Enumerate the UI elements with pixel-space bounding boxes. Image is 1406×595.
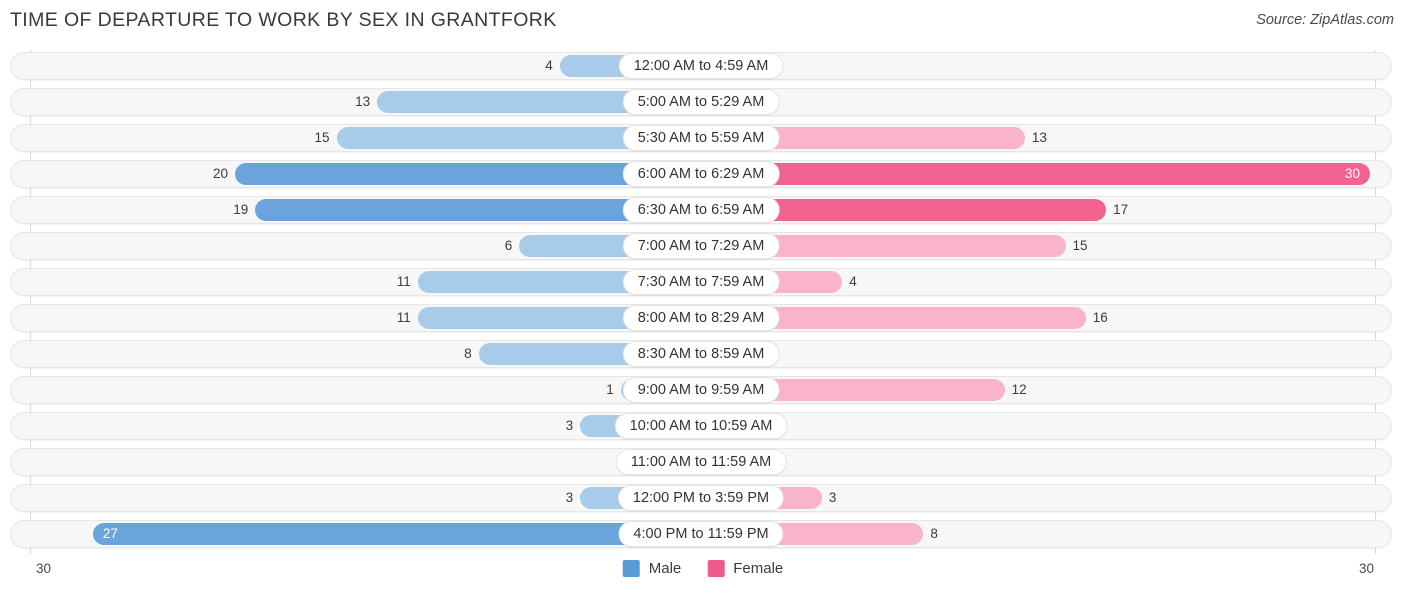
legend-label-female: Female — [733, 560, 784, 577]
row-category-label: 8:00 AM to 8:29 AM — [622, 305, 780, 331]
row-category-label: 5:30 AM to 5:59 AM — [622, 125, 780, 151]
axis-tick-left: 30 — [36, 561, 52, 576]
source-attribution: Source: ZipAtlas.com — [1256, 12, 1394, 28]
row-category-label: 4:00 PM to 11:59 PM — [618, 521, 784, 547]
bar-value-female: 17 — [1113, 202, 1129, 217]
bar-value-female: 8 — [930, 526, 938, 541]
bar-value-female: 13 — [1031, 130, 1047, 145]
bar-value-female: 12 — [1011, 382, 1027, 397]
bar-female[interactable]: 30 — [701, 163, 1370, 185]
bar-value-female: 16 — [1092, 310, 1108, 325]
bar-value-male: 1 — [606, 382, 614, 397]
chart-row[interactable]: 3010:00 AM to 10:59 AM — [10, 412, 1392, 440]
chart-row[interactable]: 15 13 5:30 AM to 5:59 AM — [10, 124, 1392, 152]
bar-value-male: 4 — [545, 58, 553, 73]
chart-row[interactable]: 4012:00 AM to 4:59 AM — [10, 52, 1392, 80]
bar-value-male: 20 — [212, 166, 228, 181]
page-title: TIME OF DEPARTURE TO WORK BY SEX IN GRAN… — [10, 9, 557, 31]
chart-page: TIME OF DEPARTURE TO WORK BY SEX IN GRAN… — [0, 0, 1406, 595]
row-category-label: 8:30 AM to 8:59 AM — [622, 341, 780, 367]
chart-footer: 30 30 Male Female — [0, 556, 1406, 595]
bar-value-male: 15 — [314, 130, 330, 145]
bar-value-female: 4 — [849, 274, 857, 289]
bar-value-male: 11 — [396, 274, 411, 289]
bar-value-male: 3 — [565, 490, 574, 505]
bar-value-male: 19 — [233, 202, 249, 217]
row-category-label: 7:30 AM to 7:59 AM — [622, 269, 780, 295]
bar-value-male: 27 — [102, 526, 118, 541]
chart-row[interactable]: 0011:00 AM to 11:59 AM — [10, 448, 1392, 476]
row-category-label: 6:00 AM to 6:29 AM — [622, 161, 780, 187]
axis-tick-right: 30 — [1358, 561, 1374, 576]
bar-value-male: 3 — [565, 418, 574, 433]
chart-row[interactable]: 11 4 7:30 AM to 7:59 AM — [10, 268, 1392, 296]
bar-value-male: 11 — [396, 310, 411, 325]
chart-row[interactable]: 808:30 AM to 8:59 AM — [10, 340, 1392, 368]
legend-item-female[interactable]: Female — [707, 560, 783, 577]
bar-value-male: 6 — [504, 238, 513, 253]
row-category-label: 12:00 PM to 3:59 PM — [617, 485, 785, 511]
chart-row[interactable]: 3 3 12:00 PM to 3:59 PM — [10, 484, 1392, 512]
chart-row[interactable]: 6 15 7:00 AM to 7:29 AM — [10, 232, 1392, 260]
chart-row[interactable]: 1 12 9:00 AM to 9:59 AM — [10, 376, 1392, 404]
row-category-label: 9:00 AM to 9:59 AM — [622, 377, 780, 403]
row-category-label: 6:30 AM to 6:59 AM — [622, 197, 780, 223]
row-category-label: 5:00 AM to 5:29 AM — [622, 89, 780, 115]
chart-header: TIME OF DEPARTURE TO WORK BY SEX IN GRAN… — [0, 0, 1406, 46]
chart-row[interactable]: 27 8 4:00 PM to 11:59 PM — [10, 520, 1392, 548]
legend-item-male[interactable]: Male — [622, 560, 682, 577]
bar-value-female: 15 — [1072, 238, 1088, 253]
chart-row[interactable]: 20 30 6:00 AM to 6:29 AM — [10, 160, 1392, 188]
row-category-label: 11:00 AM to 11:59 AM — [615, 449, 787, 475]
chart-plot-area: 4012:00 AM to 4:59 AM1305:00 AM to 5:29 … — [0, 50, 1406, 555]
bar-value-male: 8 — [464, 346, 472, 361]
bar-male[interactable]: 27 — [92, 523, 701, 545]
row-category-label: 10:00 AM to 10:59 AM — [614, 413, 788, 439]
chart-legend: Male Female — [622, 560, 783, 577]
chart-row[interactable]: 19 17 6:30 AM to 6:59 AM — [10, 196, 1392, 224]
bar-value-female: 30 — [1344, 166, 1360, 181]
legend-label-male: Male — [648, 560, 682, 577]
bar-value-male: 13 — [355, 94, 371, 109]
chart-row[interactable]: 11 16 8:00 AM to 8:29 AM — [10, 304, 1392, 332]
chart-row[interactable]: 1305:00 AM to 5:29 AM — [10, 88, 1392, 116]
legend-swatch-female-icon — [707, 560, 725, 577]
row-category-label: 7:00 AM to 7:29 AM — [622, 233, 780, 259]
bar-value-female: 3 — [828, 490, 837, 505]
row-category-label: 12:00 AM to 4:59 AM — [618, 53, 784, 79]
legend-swatch-male-icon — [622, 560, 640, 577]
